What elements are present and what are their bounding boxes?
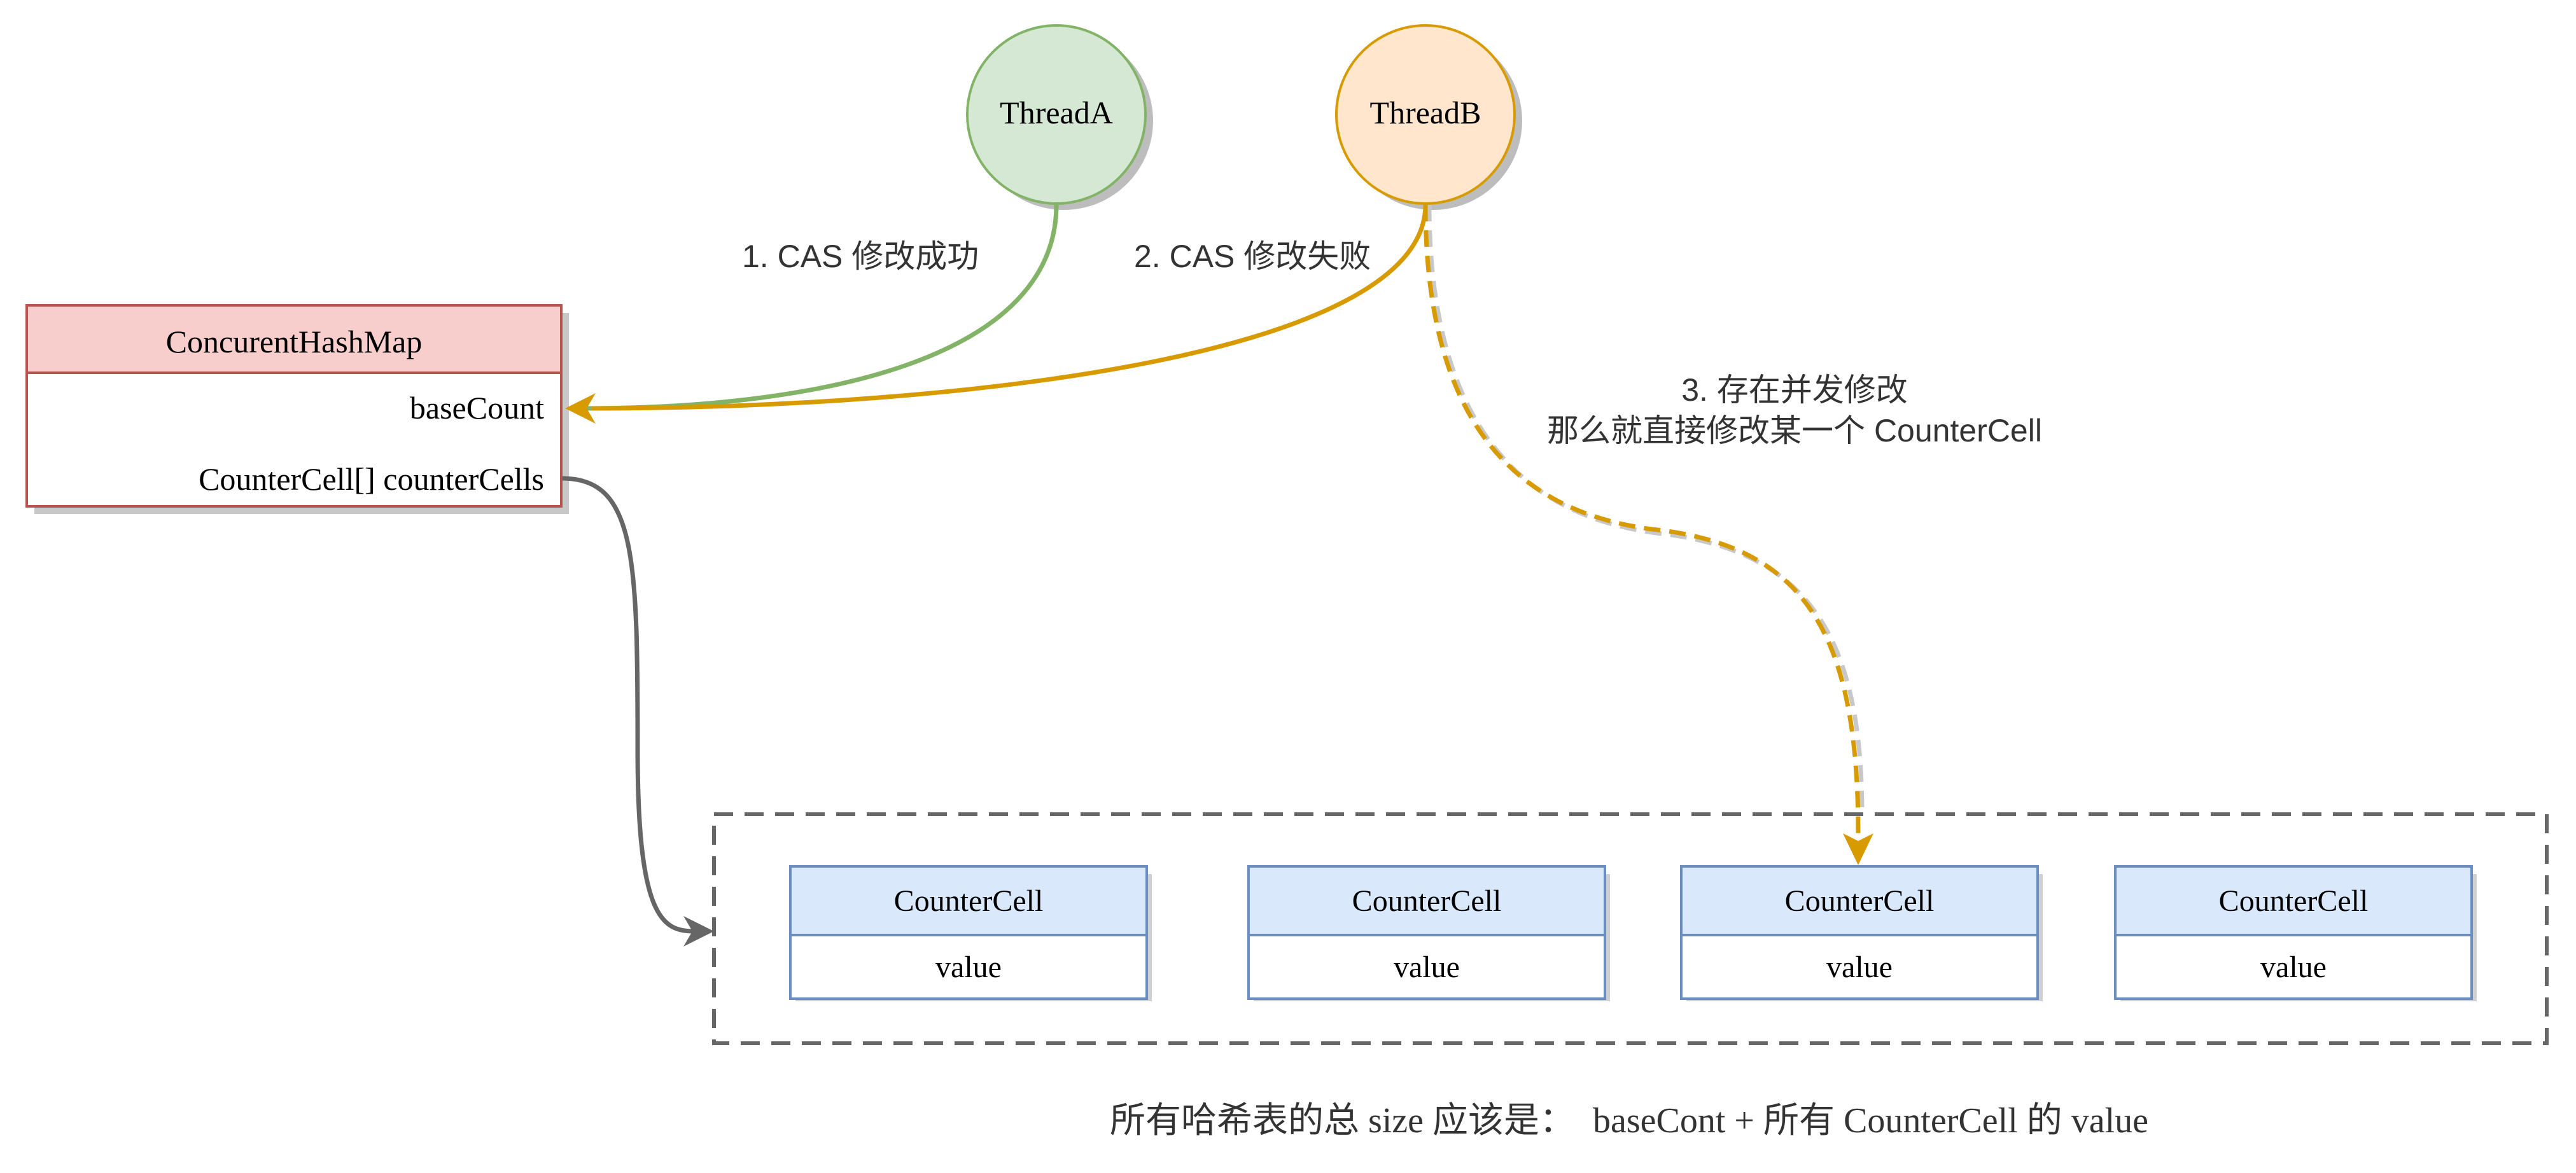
- cell-title: CounterCell: [1352, 884, 1502, 918]
- footer-note: 所有哈希表的总 size 应该是： baseCont + 所有 CounterC…: [1110, 1101, 2148, 1141]
- concurrent-hashmap-box: ConcurentHashMap baseCount CounterCell[]…: [25, 304, 569, 514]
- label-step2: 2. CAS 修改失败: [1134, 239, 1371, 274]
- counter-cell-1: CounterCell value: [789, 865, 1152, 1001]
- cell-field: value: [1394, 950, 1460, 984]
- edge-threadb-cell3: [1423, 204, 1861, 834]
- edge-countercells-array: [562, 476, 694, 934]
- edge-threadb-cell3-shadow: [1427, 204, 1865, 815]
- label-step1: 1. CAS 修改成功: [742, 239, 979, 274]
- field-counter-cells: CounterCell[] counterCells: [199, 461, 544, 497]
- label-step3-line1: 3. 存在并发修改: [1681, 372, 1908, 408]
- counter-cell-2: CounterCell value: [1247, 865, 1610, 1001]
- cell-title: CounterCell: [1785, 884, 1935, 918]
- field-base-count: baseCount: [410, 390, 544, 426]
- diagram-canvas: ThreadA ThreadB ConcurentHashMap baseCou…: [25, 24, 2549, 1141]
- label-step3-line2: 那么就直接修改某一个 CounterCell: [1547, 413, 2042, 448]
- counter-cell-3: CounterCell value: [1680, 865, 2043, 1001]
- cell-title: CounterCell: [2219, 884, 2369, 918]
- counter-cell-4: CounterCell value: [2114, 865, 2477, 1001]
- cell-field: value: [935, 950, 1002, 984]
- edge-threada-basecount: [582, 204, 1059, 411]
- hashmap-title: ConcurentHashMap: [166, 324, 423, 359]
- thread-b-node: ThreadB: [1335, 24, 1522, 210]
- thread-a-node: ThreadA: [966, 24, 1153, 210]
- cell-field: value: [1826, 950, 1893, 984]
- thread-a-label: ThreadA: [1000, 95, 1113, 130]
- cell-title: CounterCell: [894, 884, 1044, 918]
- cell-field: value: [2260, 950, 2327, 984]
- thread-b-label: ThreadB: [1370, 95, 1481, 130]
- cell3-arrowhead: [1843, 833, 1873, 865]
